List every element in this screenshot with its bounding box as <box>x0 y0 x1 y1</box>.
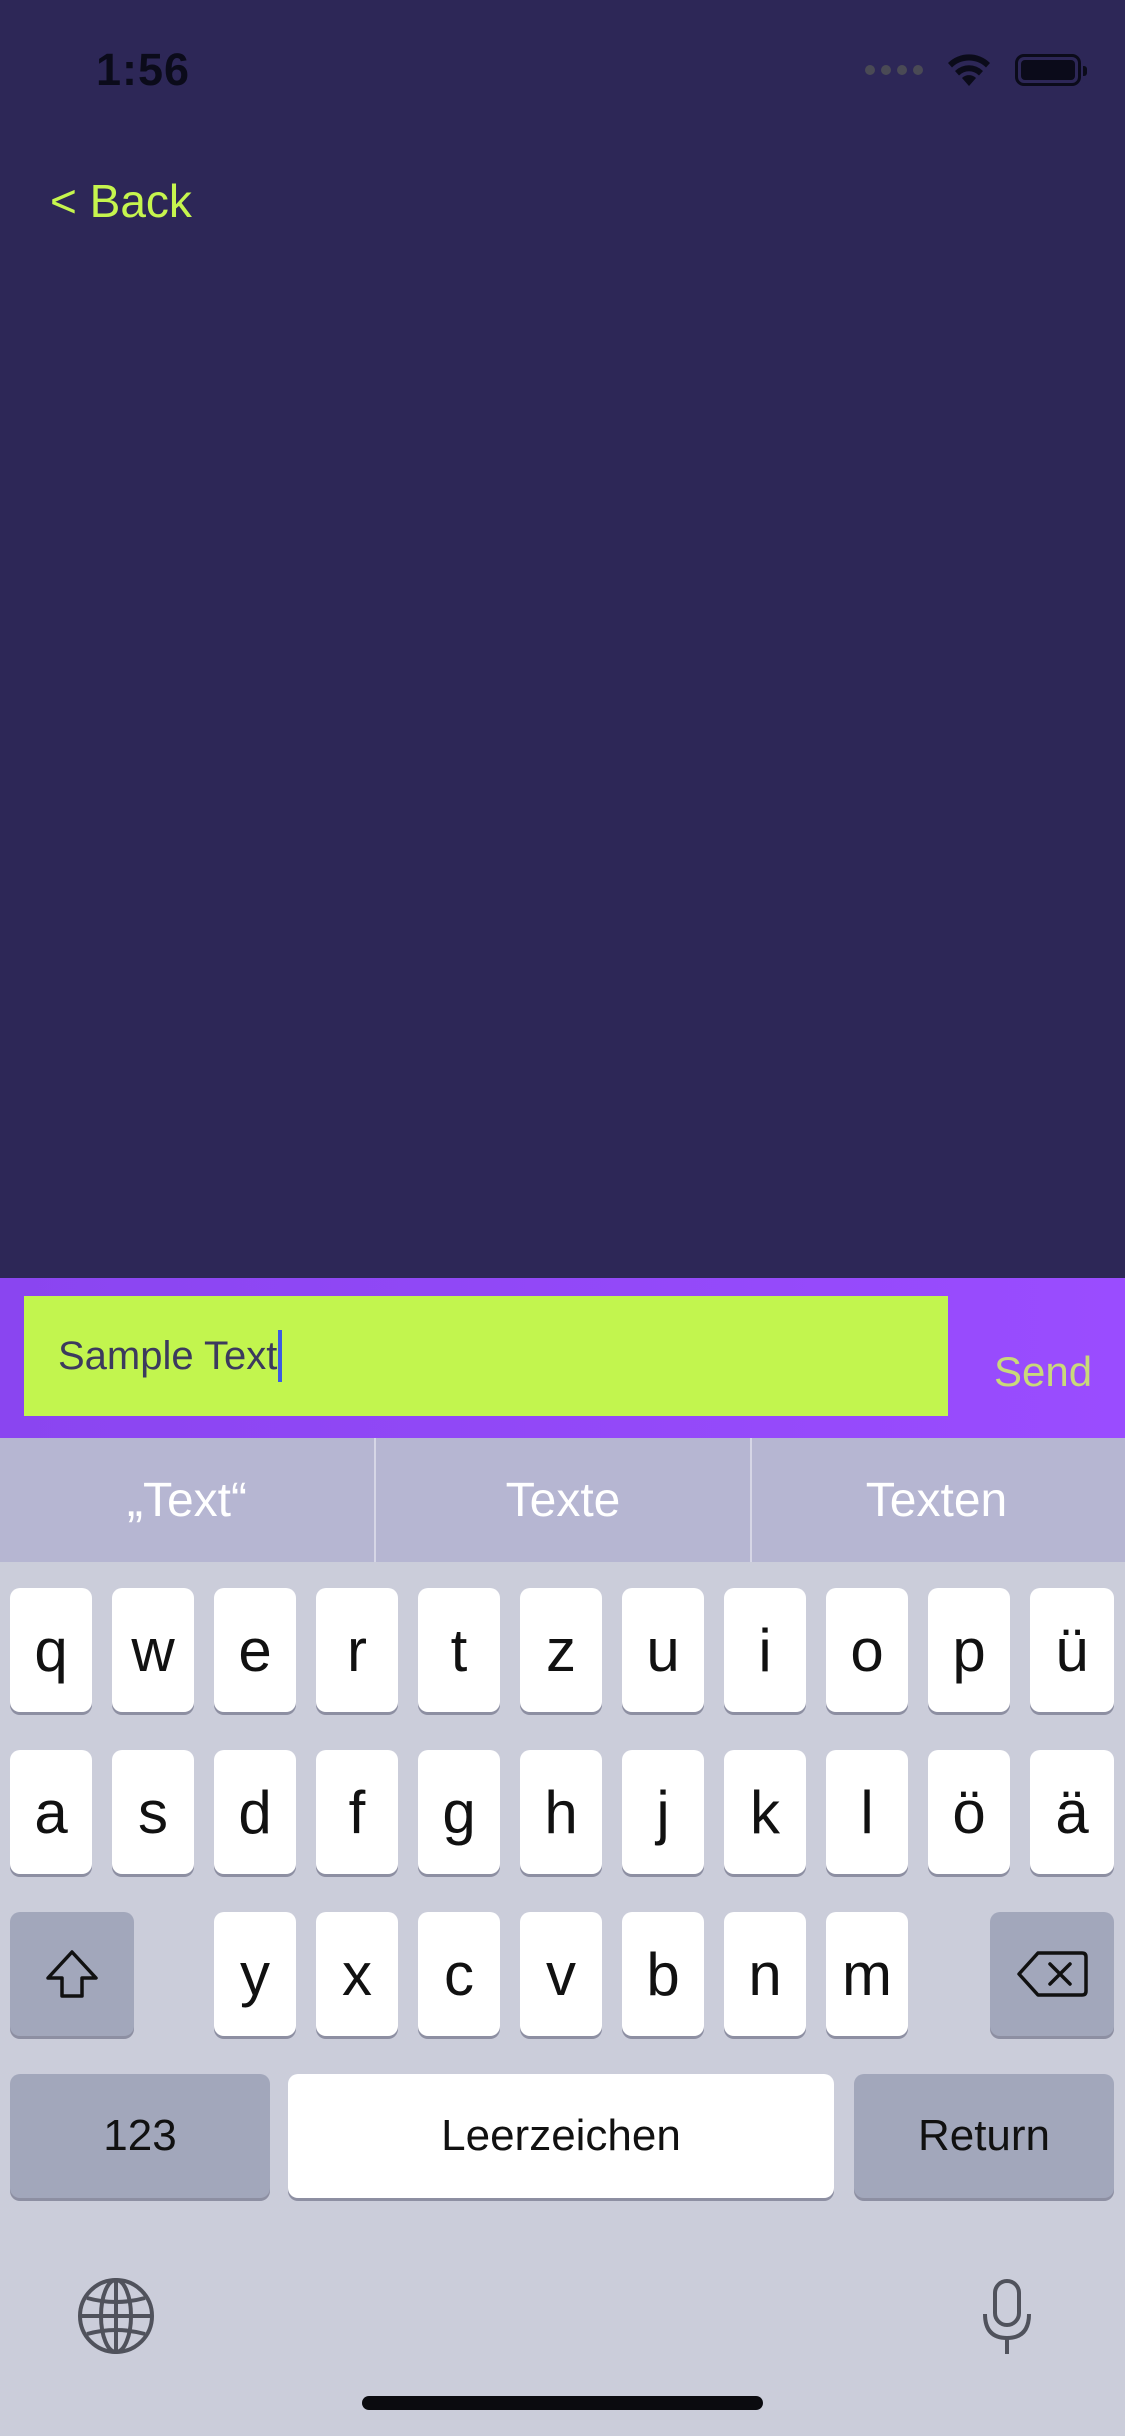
cellular-signal-icon <box>865 65 923 75</box>
key[interactable]: d <box>214 1750 296 1874</box>
key[interactable]: t <box>418 1588 500 1712</box>
key[interactable]: z <box>520 1588 602 1712</box>
suggestion-bar: „Text“ Texte Texten <box>0 1438 1125 1562</box>
suggestion-item[interactable]: Texten <box>752 1438 1121 1562</box>
message-input-value: Sample Text <box>58 1333 278 1378</box>
wifi-icon <box>948 54 990 86</box>
home-indicator <box>362 2396 763 2410</box>
backspace-icon <box>1017 1951 1088 1997</box>
delete-key[interactable] <box>990 1912 1114 2036</box>
key[interactable]: p <box>928 1588 1010 1712</box>
suggestion-item[interactable]: Texte <box>374 1438 752 1562</box>
return-key[interactable]: Return <box>854 2074 1114 2198</box>
key[interactable]: c <box>418 1912 500 2036</box>
globe-icon[interactable] <box>76 2276 156 2356</box>
shift-icon <box>46 1950 98 1998</box>
keyboard: „Text“ Texte Texten q w e r t z u i o p … <box>0 1438 1125 2436</box>
key[interactable]: ö <box>928 1750 1010 1874</box>
key[interactable]: ä <box>1030 1750 1114 1874</box>
key[interactable]: o <box>826 1588 908 1712</box>
key[interactable]: g <box>418 1750 500 1874</box>
key[interactable]: x <box>316 1912 398 2036</box>
shift-key[interactable] <box>10 1912 134 2036</box>
suggestion-item[interactable]: „Text“ <box>0 1438 374 1562</box>
key[interactable]: r <box>316 1588 398 1712</box>
key[interactable]: u <box>622 1588 704 1712</box>
message-input[interactable]: Sample Text <box>24 1296 948 1416</box>
key[interactable]: v <box>520 1912 602 2036</box>
battery-icon <box>1015 54 1087 86</box>
microphone-icon[interactable] <box>980 2278 1034 2358</box>
key[interactable]: y <box>214 1912 296 2036</box>
key[interactable]: i <box>724 1588 806 1712</box>
key[interactable]: e <box>214 1588 296 1712</box>
message-input-bar: Sample Text Send <box>0 1278 1125 1438</box>
key[interactable]: s <box>112 1750 194 1874</box>
key[interactable]: n <box>724 1912 806 2036</box>
key[interactable]: w <box>112 1588 194 1712</box>
key[interactable]: m <box>826 1912 908 2036</box>
key[interactable]: l <box>826 1750 908 1874</box>
send-button[interactable]: Send <box>994 1348 1092 1396</box>
status-bar: 1:56 <box>0 0 1125 132</box>
numbers-key[interactable]: 123 <box>10 2074 270 2198</box>
key[interactable]: k <box>724 1750 806 1874</box>
text-caret <box>278 1330 283 1382</box>
key[interactable]: b <box>622 1912 704 2036</box>
key[interactable]: a <box>10 1750 92 1874</box>
key[interactable]: ü <box>1030 1588 1114 1712</box>
key[interactable]: q <box>10 1588 92 1712</box>
key[interactable]: h <box>520 1750 602 1874</box>
space-key[interactable]: Leerzeichen <box>288 2074 834 2198</box>
status-time: 1:56 <box>96 44 191 95</box>
back-button[interactable]: < Back <box>50 174 192 228</box>
status-icons <box>865 50 1087 90</box>
key[interactable]: j <box>622 1750 704 1874</box>
key[interactable]: f <box>316 1750 398 1874</box>
